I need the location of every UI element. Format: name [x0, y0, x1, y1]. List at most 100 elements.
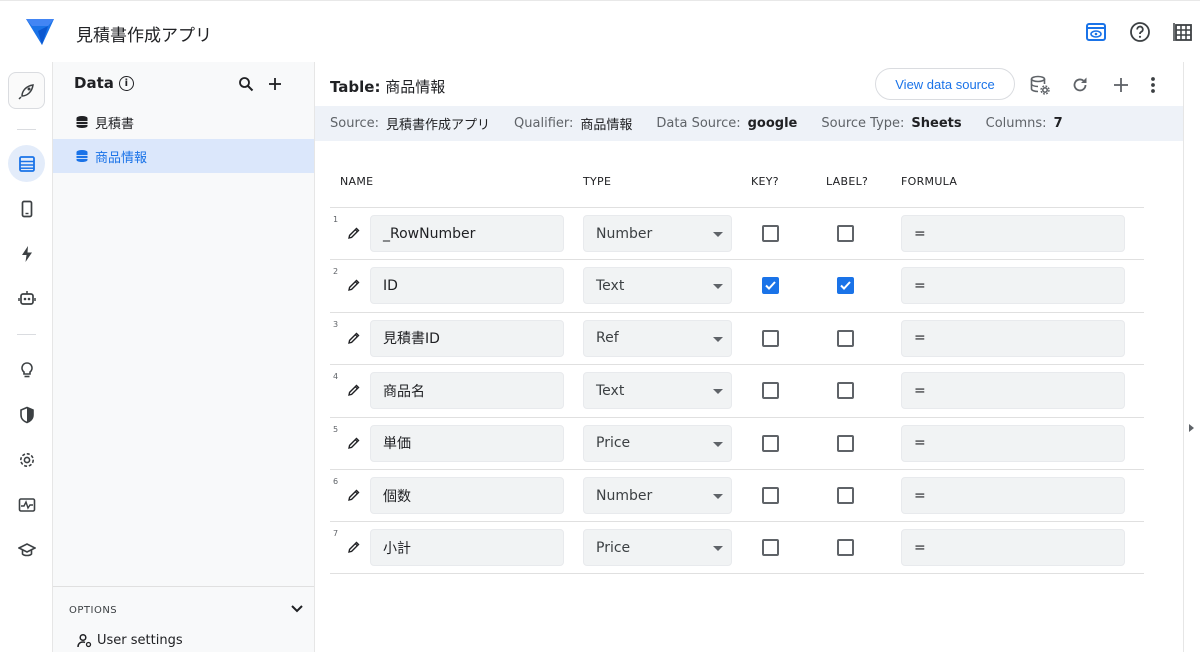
refresh-icon[interactable] [1069, 74, 1091, 96]
title-table-name: 商品情報 [385, 78, 446, 96]
column-header-formula: FORMULA [901, 175, 958, 188]
formula-field[interactable]: = [901, 215, 1125, 252]
more-vert-icon[interactable] [1142, 74, 1164, 96]
sourcetype-value: Sheets [911, 116, 962, 131]
settings-icon[interactable] [8, 441, 45, 478]
edit-pencil-icon[interactable] [347, 277, 361, 292]
table-row: 3 見積書ID Ref = [330, 311, 1144, 364]
data-icon[interactable] [8, 145, 45, 182]
sidebar-item-label: 商品情報 [95, 150, 148, 166]
views-icon[interactable] [8, 190, 45, 227]
dropdown-caret-icon [713, 546, 723, 552]
security-icon[interactable] [8, 396, 45, 433]
row-number: 1 [333, 215, 339, 224]
chevron-down-icon[interactable] [289, 601, 305, 617]
column-type-select[interactable]: Number [583, 477, 732, 514]
formula-field[interactable]: = [901, 529, 1125, 567]
left-rail [0, 62, 53, 652]
column-type-select[interactable]: Text [583, 267, 732, 305]
sourcetype-label: Source Type: [821, 116, 905, 131]
column-header-type: TYPE [583, 175, 612, 188]
edit-pencil-icon[interactable] [347, 382, 361, 397]
right-panel-edge [1183, 62, 1200, 652]
help-icon[interactable] [1128, 20, 1152, 44]
column-name-field[interactable]: 見積書ID [370, 319, 564, 357]
view-data-source-button[interactable]: View data source [875, 68, 1015, 100]
edit-pencil-icon[interactable] [347, 225, 361, 239]
preview-icon[interactable] [1084, 20, 1108, 44]
column-name-field[interactable]: 商品名 [370, 372, 564, 410]
info-icon[interactable]: i [118, 75, 134, 91]
user-settings-icon [77, 633, 92, 648]
sidebar-item-shohin[interactable]: 商品情報 [53, 139, 314, 173]
formula-field[interactable]: = [901, 267, 1125, 305]
column-name-field[interactable]: ID [370, 267, 564, 305]
monitor-icon[interactable] [8, 486, 45, 523]
column-name-field[interactable]: 小計 [370, 529, 564, 567]
column-type-select[interactable]: Price [583, 424, 732, 462]
sidebar-item-mitsumori[interactable]: 見積書 [53, 105, 314, 139]
automation-icon[interactable] [8, 235, 45, 272]
app-title: 見積書作成アプリ [76, 26, 212, 46]
column-type-value: Price [596, 435, 631, 452]
formula-field[interactable]: = [901, 424, 1125, 462]
column-type-select[interactable]: Price [583, 529, 732, 567]
expand-arrow-icon[interactable] [1189, 424, 1194, 432]
column-type-value: Number [596, 487, 653, 504]
edit-pencil-icon[interactable] [347, 435, 361, 449]
learn-icon[interactable] [8, 531, 45, 568]
formula-field[interactable]: = [901, 372, 1125, 410]
row-number: 2 [333, 267, 339, 277]
key-checkbox[interactable] [762, 225, 779, 242]
label-checkbox[interactable] [837, 277, 854, 295]
key-checkbox[interactable] [762, 277, 779, 295]
table-row: 7 小計 Price = [330, 521, 1144, 573]
column-type-select[interactable]: Number [583, 215, 732, 252]
add-column-icon[interactable] [1110, 74, 1132, 96]
column-name-field[interactable]: _RowNumber [370, 215, 564, 252]
table-info-bar: Source: 見積書作成アプリ Qualifier: 商品情報 Data So… [315, 106, 1183, 141]
formula-field[interactable]: = [901, 477, 1125, 514]
rocket-icon[interactable] [8, 72, 45, 109]
bot-icon[interactable] [8, 279, 45, 316]
label-checkbox[interactable] [837, 539, 854, 557]
key-checkbox[interactable] [762, 329, 779, 347]
label-checkbox[interactable] [837, 225, 854, 242]
label-checkbox[interactable] [837, 382, 854, 400]
options-panel: OPTIONS User settings [53, 586, 314, 652]
columns-value: 7 [1053, 116, 1063, 131]
intelligence-icon[interactable] [8, 351, 45, 388]
column-name-field[interactable]: 単価 [370, 424, 564, 462]
column-type-select[interactable]: Ref [583, 319, 732, 357]
label-checkbox[interactable] [837, 434, 854, 452]
column-name-field[interactable]: 個数 [370, 477, 564, 514]
source-value: 見積書作成アプリ [386, 118, 491, 133]
edit-pencil-icon[interactable] [347, 539, 361, 554]
appsheet-logo-icon [26, 19, 54, 45]
database-settings-icon[interactable] [1029, 74, 1051, 96]
table-row: 5 単価 Price = [330, 416, 1144, 469]
sidebar-header: Data i [74, 74, 134, 92]
rail-divider [17, 334, 36, 335]
edit-pencil-icon[interactable] [347, 487, 361, 501]
qualifier-value: 商品情報 [580, 118, 633, 133]
formula-field[interactable]: = [901, 319, 1125, 357]
key-checkbox[interactable] [762, 487, 779, 504]
key-checkbox[interactable] [762, 382, 779, 400]
database-icon [76, 150, 88, 162]
edit-pencil-icon[interactable] [347, 330, 361, 344]
add-table-icon[interactable] [265, 74, 285, 94]
column-header-label: LABEL? [826, 175, 869, 188]
table-row: 2 ID Text = [330, 259, 1144, 311]
label-checkbox[interactable] [837, 487, 854, 504]
user-settings-item[interactable]: User settings [77, 633, 183, 648]
search-icon[interactable] [236, 74, 256, 94]
row-number: 3 [333, 319, 339, 329]
column-type-select[interactable]: Text [583, 372, 732, 410]
column-header-name: NAME [340, 175, 374, 188]
key-checkbox[interactable] [762, 434, 779, 452]
column-type-value: Price [596, 539, 631, 556]
label-checkbox[interactable] [837, 329, 854, 347]
key-checkbox[interactable] [762, 539, 779, 557]
grid-icon[interactable] [1171, 20, 1195, 44]
